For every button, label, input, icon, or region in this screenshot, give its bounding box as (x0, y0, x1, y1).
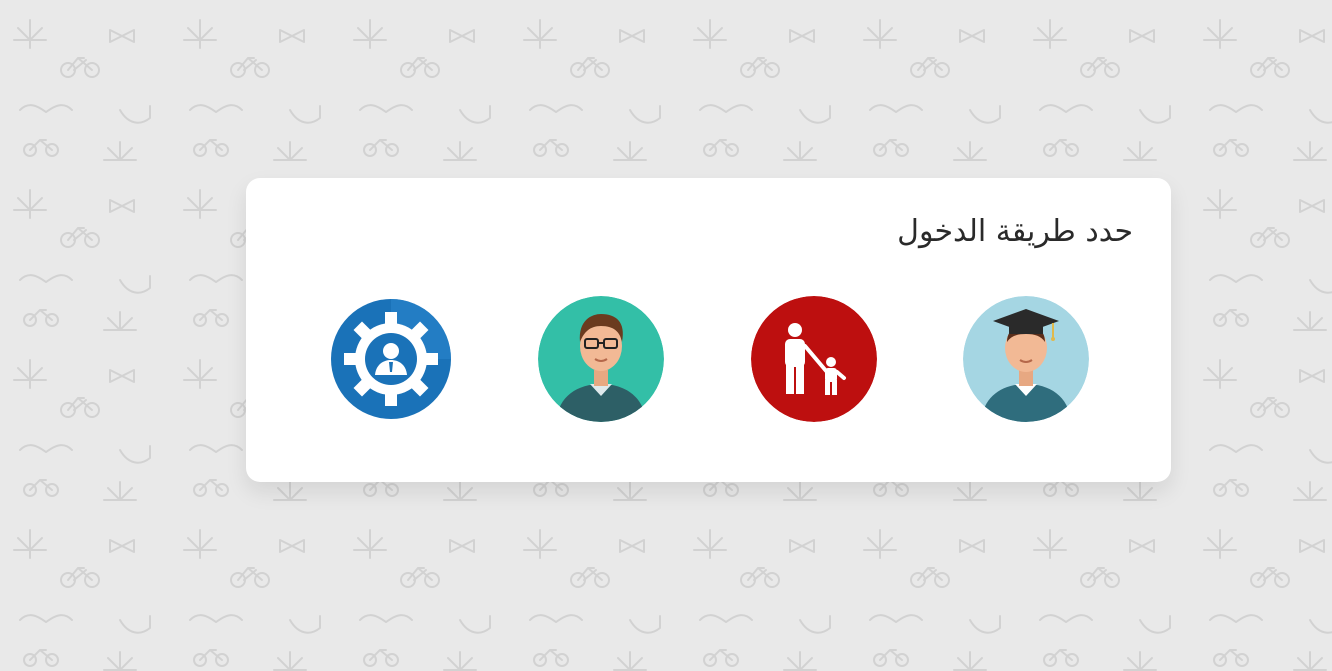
teacher-avatar-icon (538, 296, 664, 422)
login-option-student[interactable] (963, 296, 1089, 422)
login-option-admin[interactable] (328, 296, 454, 422)
login-option-parent[interactable] (751, 296, 877, 422)
parent-child-icon (751, 296, 877, 422)
login-option-teacher[interactable] (538, 296, 664, 422)
login-options (246, 296, 1171, 422)
login-method-card: حدد طريقة الدخول (246, 178, 1171, 482)
student-graduate-icon (963, 296, 1089, 422)
admin-gear-icon (331, 299, 451, 419)
page-title: حدد طريقة الدخول (897, 214, 1133, 249)
